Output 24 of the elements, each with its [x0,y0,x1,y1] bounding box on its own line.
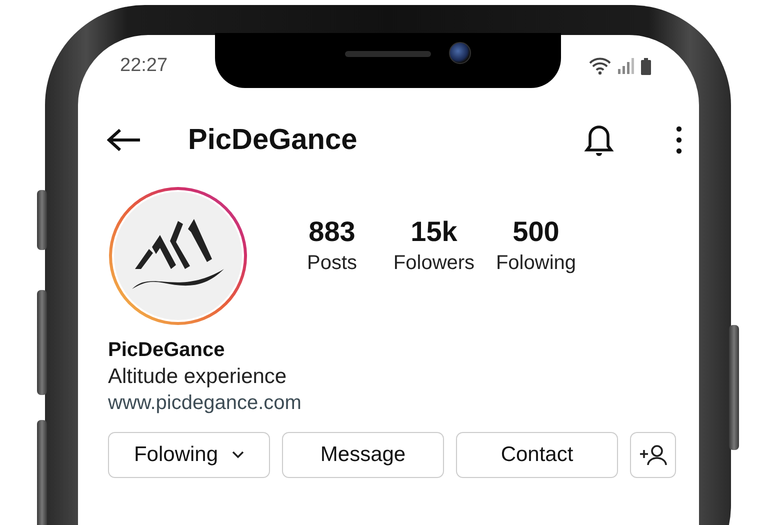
contact-button[interactable]: Contact [456,432,618,478]
profile-name: PicDeGance [108,339,225,362]
back-arrow-icon[interactable] [107,128,141,152]
stat-label: Folowers [393,252,475,274]
following-dropdown[interactable]: Folowing [108,432,270,478]
front-camera [449,42,471,64]
stat-count: 883 [308,216,356,248]
stat-label: Posts [306,252,358,274]
add-person-icon [639,444,667,466]
status-time: 22:27 [120,55,168,77]
battery-icon [641,58,651,74]
bell-icon[interactable] [582,123,616,157]
wifi-icon [589,57,611,75]
chevron-down-icon [232,451,244,459]
more-options-icon[interactable] [676,126,682,154]
website-link[interactable]: www.picdegance.com [108,392,302,415]
add-person-button[interactable] [630,432,676,478]
stat-count: 15k [410,216,458,248]
stat-count: 500 [512,216,560,248]
signal-icon [617,58,635,74]
profile-bio: Altitude experience [108,365,287,389]
stat-label: Folowing [496,252,576,274]
message-button[interactable]: Message [282,432,444,478]
profile-title: PicDeGance [188,124,358,156]
